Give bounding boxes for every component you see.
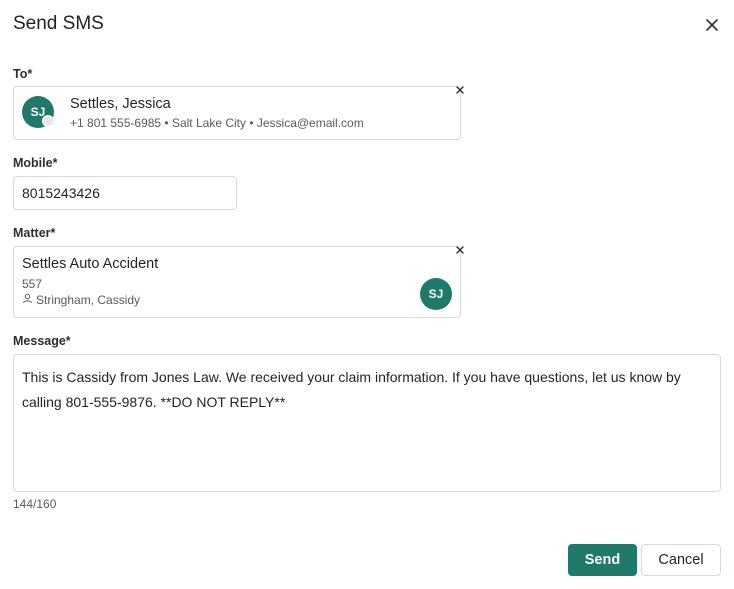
matter-label: Matter* bbox=[13, 226, 56, 240]
to-label: To* bbox=[13, 67, 33, 81]
recipient-card: SJ Settles, Jessica +1 801 555-6985 • Sa… bbox=[13, 86, 461, 140]
matter-owner: Stringham, Cassidy bbox=[22, 293, 140, 307]
message-label: Message* bbox=[13, 334, 71, 348]
character-counter: 144/160 bbox=[13, 497, 57, 511]
message-textarea[interactable]: This is Cassidy from Jones Law. We recei… bbox=[13, 354, 721, 492]
contact-details: +1 801 555-6985 • Salt Lake City • Jessi… bbox=[70, 116, 364, 130]
matter-avatar: SJ bbox=[420, 278, 452, 310]
avatar-status-badge bbox=[42, 115, 54, 127]
person-icon bbox=[22, 293, 33, 307]
matter-card: Settles Auto Accident 557 Stringham, Cas… bbox=[13, 246, 461, 318]
dialog-title: Send SMS bbox=[13, 13, 104, 34]
matter-number: 557 bbox=[22, 277, 43, 291]
cancel-button[interactable]: Cancel bbox=[641, 544, 721, 576]
remove-matter-icon[interactable] bbox=[454, 243, 466, 255]
send-button[interactable]: Send bbox=[568, 544, 637, 576]
mobile-input[interactable] bbox=[13, 176, 237, 210]
matter-avatar-initials: SJ bbox=[428, 287, 444, 301]
matter-name: Settles Auto Accident bbox=[22, 256, 159, 272]
close-icon[interactable] bbox=[703, 16, 721, 34]
contact-name: Settles, Jessica bbox=[70, 96, 171, 112]
matter-owner-name: Stringham, Cassidy bbox=[36, 293, 141, 307]
remove-recipient-icon[interactable] bbox=[454, 83, 466, 95]
mobile-label: Mobile* bbox=[13, 156, 58, 170]
